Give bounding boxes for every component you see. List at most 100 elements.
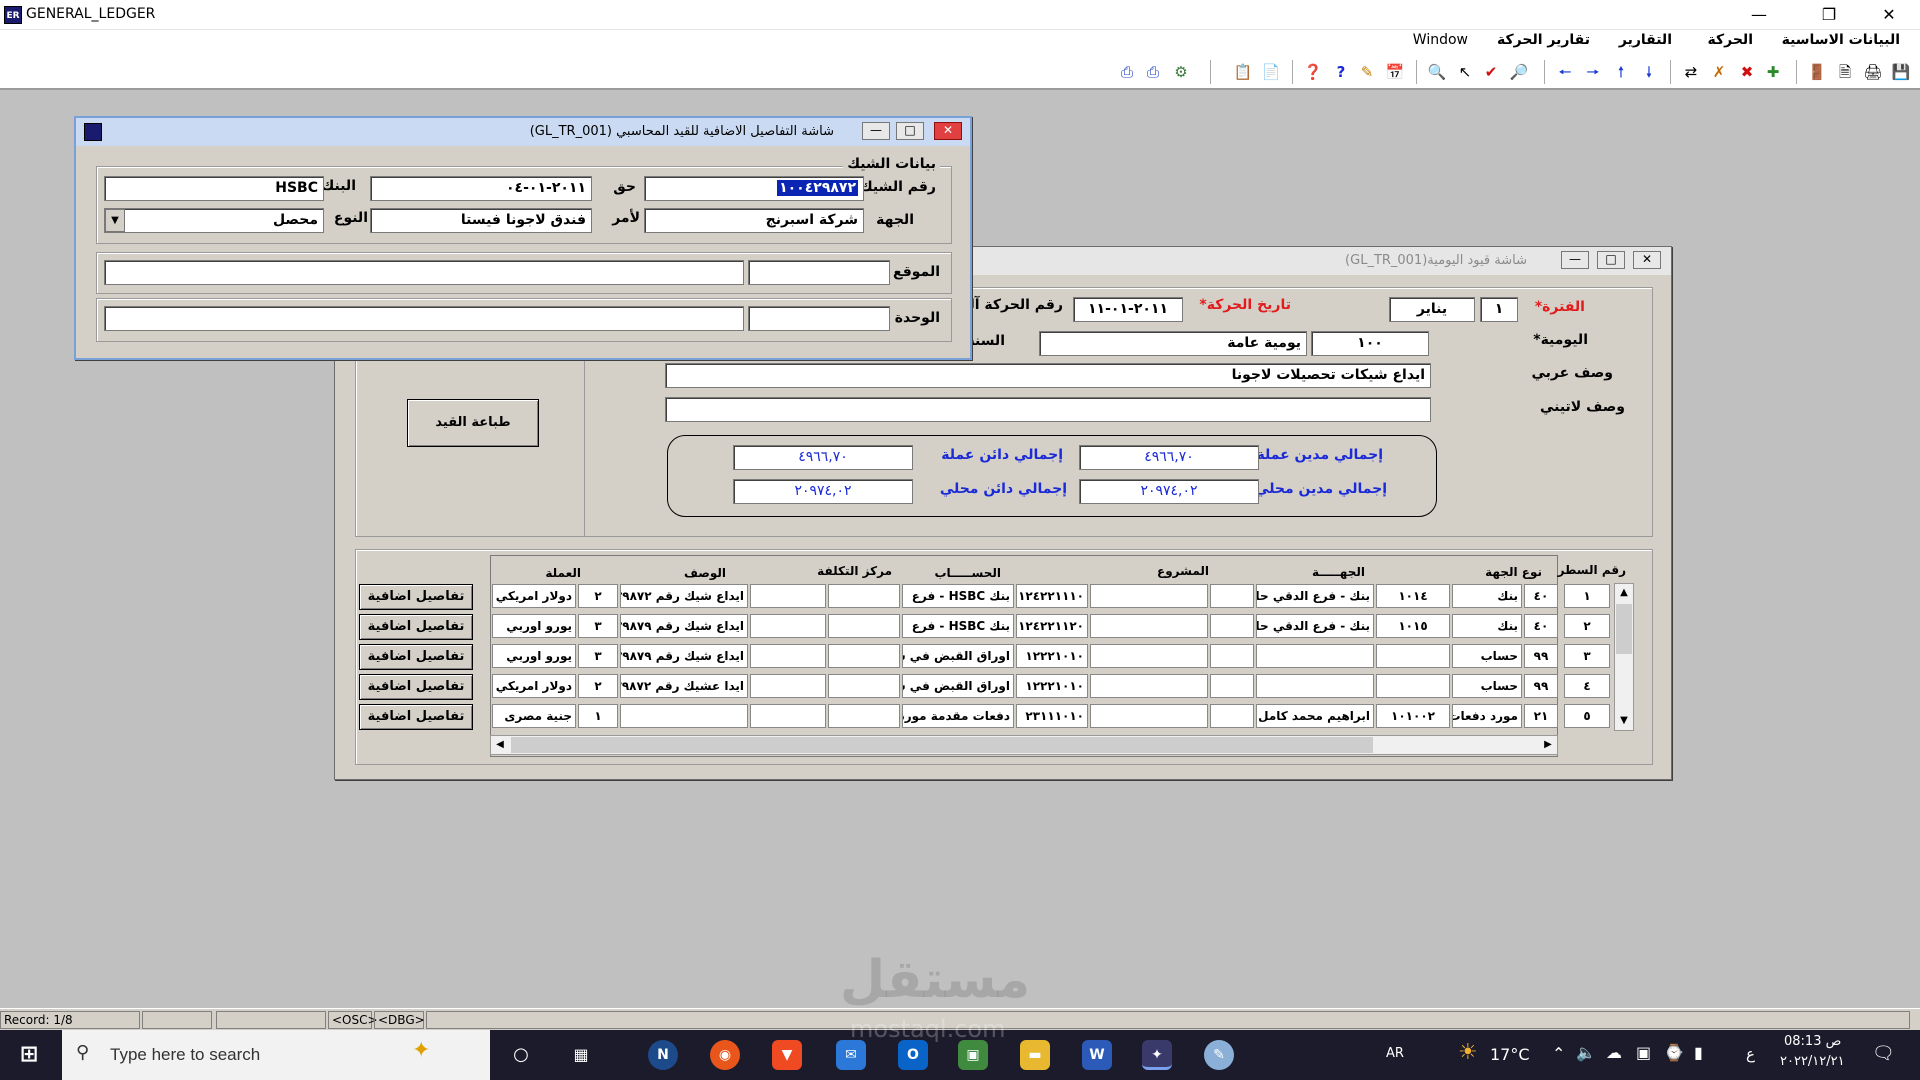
wifi-icon[interactable]: ⌚	[1664, 1043, 1684, 1062]
battery-icon[interactable]: ▮	[1694, 1043, 1703, 1062]
journal-close-icon[interactable]: ✕	[1633, 251, 1661, 269]
party-type-cell[interactable]: مورد دفعات	[1452, 704, 1522, 728]
currency-code-cell[interactable]: ٢	[578, 584, 618, 608]
party-type-code-cell[interactable]: ٩٩	[1524, 674, 1558, 698]
unit-name-field[interactable]	[104, 306, 744, 331]
account-cell[interactable]: بنك HSBC - فرع	[902, 614, 1014, 638]
party-code-cell[interactable]	[1376, 644, 1450, 668]
party-code-cell[interactable]	[1376, 674, 1450, 698]
paste-icon[interactable]: 📋	[1232, 61, 1254, 83]
description-cell[interactable]: ايدا عشيك رقم ٢٩٨٧٢	[620, 674, 748, 698]
swap-icon[interactable]: ⇄	[1680, 61, 1702, 83]
transaction-date-field[interactable]: ٢٠١١-٠١-١١	[1073, 297, 1183, 322]
task-view-icon[interactable]: ▦	[566, 1040, 596, 1070]
cortana-icon[interactable]: ○	[506, 1040, 536, 1070]
line-number-cell[interactable]: ٤	[1564, 674, 1610, 698]
close-icon[interactable]: ✕	[1866, 0, 1912, 30]
details-maximize-icon[interactable]: □	[896, 122, 924, 140]
insert-icon[interactable]: ✚	[1762, 61, 1784, 83]
currency-cell[interactable]: يورو اوربي	[492, 614, 576, 638]
weather-icon[interactable]: ☀	[1458, 1040, 1478, 1065]
project-code-cell[interactable]	[1210, 584, 1254, 608]
party-field[interactable]: شركة اسبرنج	[644, 208, 864, 233]
party-type-cell[interactable]: بنك	[1452, 584, 1522, 608]
project-code-cell[interactable]	[1210, 644, 1254, 668]
extra-details-button[interactable]: تفاصيل اضافية	[359, 614, 473, 640]
currency-cell[interactable]: يورو اوربي	[492, 644, 576, 668]
cost-center-cell[interactable]	[828, 704, 900, 728]
party-type-cell[interactable]: بنك	[1452, 614, 1522, 638]
scroll-up-icon[interactable]: ▲	[1615, 584, 1633, 602]
party-type-cell[interactable]: حساب	[1452, 644, 1522, 668]
arrow-down-icon[interactable]: 🠗	[1638, 61, 1660, 83]
export-icon[interactable]: ⚙	[1170, 61, 1192, 83]
currency-cell[interactable]: دولار امريكي	[492, 584, 576, 608]
grid-horizontal-scrollbar[interactable]: ◀ ▶	[490, 735, 1558, 755]
cost-center-name-cell[interactable]	[750, 674, 826, 698]
report-icon[interactable]: 🗎	[1834, 61, 1856, 83]
query-icon[interactable]: 🔍	[1426, 61, 1448, 83]
help-icon[interactable]: ?	[1330, 61, 1352, 83]
temperature[interactable]: 17°C	[1490, 1045, 1530, 1064]
brave-icon[interactable]: ▼	[772, 1040, 802, 1070]
project-code-cell[interactable]	[1210, 614, 1254, 638]
currency-cell[interactable]: جنية مصرى	[492, 704, 576, 728]
find-icon[interactable]: 🔎	[1508, 61, 1530, 83]
word-icon[interactable]: W	[1082, 1040, 1112, 1070]
print-entry-button[interactable]: طباعة القيد	[407, 399, 539, 447]
journal-maximize-icon[interactable]: □	[1597, 251, 1625, 269]
daily-name-field[interactable]: يومية عامة	[1039, 331, 1307, 356]
print-preview-icon[interactable]: ⎙	[1116, 61, 1138, 83]
menu-basic-data[interactable]: البيانات الاساسية	[1782, 32, 1900, 48]
currency-code-cell[interactable]: ١	[578, 704, 618, 728]
cost-center-cell[interactable]	[828, 674, 900, 698]
project-cell[interactable]	[1090, 644, 1208, 668]
project-cell[interactable]	[1090, 704, 1208, 728]
outlook-icon[interactable]: O	[898, 1040, 928, 1070]
unit-code-field[interactable]	[748, 306, 890, 331]
vertical-scroll-thumb[interactable]	[1616, 604, 1632, 654]
account-code-cell[interactable]: ١٢٤٢٢١١٢٠	[1016, 614, 1088, 638]
account-cell[interactable]: اوراق القبض في شا	[902, 674, 1014, 698]
clock-date[interactable]: ٢٠٢٢/١٢/٢١	[1780, 1054, 1845, 1069]
arabic-description-field[interactable]: ايداع شيكات تحصيلات لاجونا	[665, 363, 1431, 388]
menu-transaction-reports[interactable]: تقارير الحركة	[1497, 32, 1590, 48]
menu-reports[interactable]: التقارير	[1619, 32, 1672, 48]
extra-details-button[interactable]: تفاصيل اضافية	[359, 584, 473, 610]
copy-icon[interactable]: 📄	[1260, 61, 1282, 83]
currency-cell[interactable]: دولار امريكي	[492, 674, 576, 698]
account-code-cell[interactable]: ١٢٢٢١٠١٠	[1016, 644, 1088, 668]
grid-vertical-scrollbar[interactable]: ▲ ▼	[1614, 583, 1634, 731]
check-number-field[interactable]: ١٠٠٤٢٩٨٧٢	[644, 176, 864, 201]
party-cell[interactable]: بنك - فرع الدقي حا	[1256, 584, 1374, 608]
account-cell[interactable]: بنك HSBC - فرع	[902, 584, 1014, 608]
print-setup-icon[interactable]: ⎙	[1142, 61, 1164, 83]
account-cell[interactable]: اوراق القبض في شا	[902, 644, 1014, 668]
currency-code-cell[interactable]: ٣	[578, 644, 618, 668]
cost-center-name-cell[interactable]	[750, 584, 826, 608]
scroll-down-icon[interactable]: ▼	[1615, 712, 1633, 730]
printer-icon[interactable]: 🖨	[1862, 61, 1884, 83]
scroll-left-icon[interactable]: ◀	[491, 736, 509, 754]
project-cell[interactable]	[1090, 584, 1208, 608]
party-code-cell[interactable]: ١٠١٤	[1376, 584, 1450, 608]
calendar-icon[interactable]: 📅	[1384, 61, 1406, 83]
minimize-icon[interactable]: —	[1736, 0, 1782, 30]
line-number-cell[interactable]: ٢	[1564, 614, 1610, 638]
cost-center-name-cell[interactable]	[750, 704, 826, 728]
period-number-field[interactable]: ١	[1480, 297, 1518, 322]
cost-center-name-cell[interactable]	[750, 614, 826, 638]
party-type-code-cell[interactable]: ٢١	[1524, 704, 1558, 728]
cost-center-cell[interactable]	[828, 614, 900, 638]
description-cell[interactable]: ايداع شيك رقم ٢٩٨٧٢	[620, 584, 748, 608]
mail-icon[interactable]: ✉	[836, 1040, 866, 1070]
camera-icon[interactable]: ▣	[1636, 1043, 1651, 1062]
arrow-left-icon[interactable]: 🠔	[1554, 61, 1576, 83]
details-close-icon[interactable]: ✕	[934, 122, 962, 140]
general-ledger-task-icon[interactable]: ✦	[1142, 1040, 1172, 1070]
type-dropdown-icon[interactable]: ▼	[105, 209, 125, 232]
cost-center-cell[interactable]	[828, 644, 900, 668]
type-field[interactable]: محصل	[104, 208, 324, 233]
windows-start-icon[interactable]: ⊞	[14, 1040, 44, 1070]
save-icon[interactable]: 💾	[1890, 61, 1912, 83]
